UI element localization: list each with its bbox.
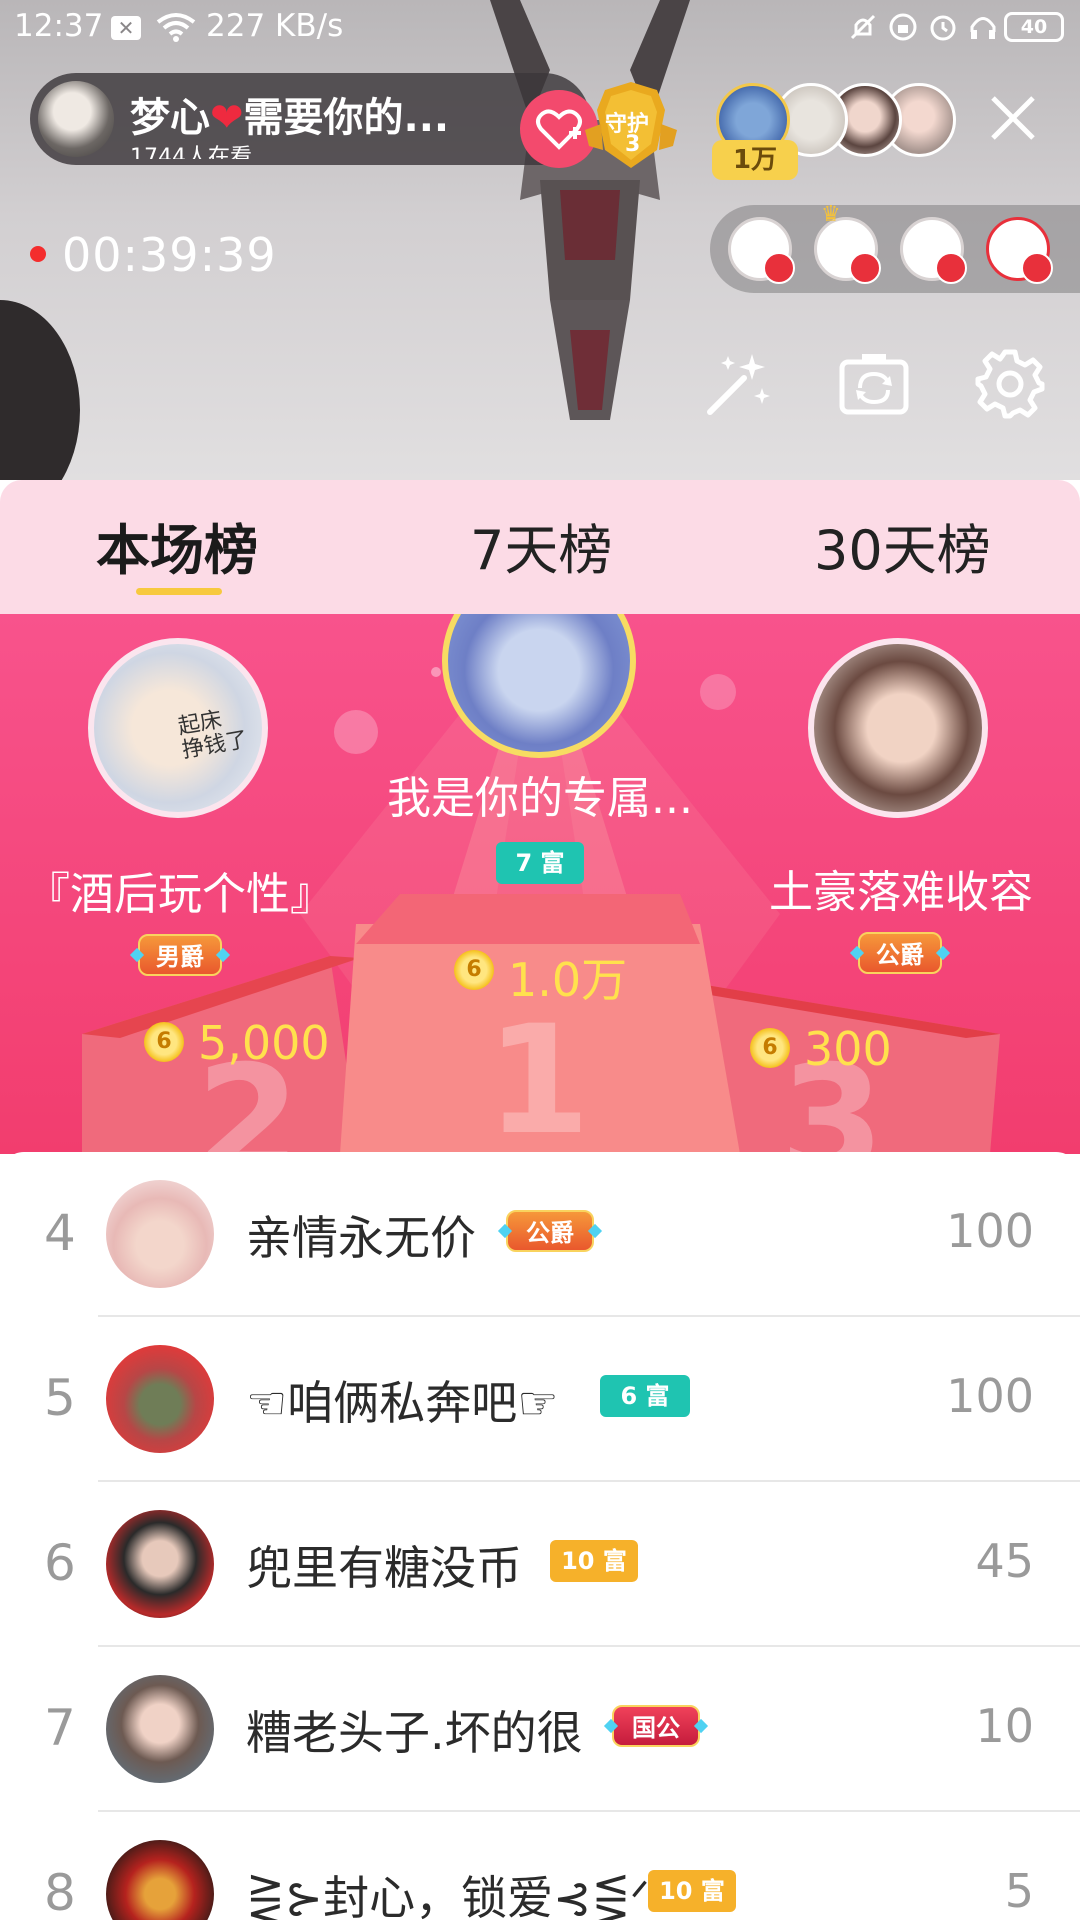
host-name: 梦心❤需要你的... [130,95,450,141]
wealth-badge: 6 富 [600,1375,690,1417]
avatar[interactable] [106,1840,214,1920]
contribution-value: 100 [946,1369,1034,1423]
status-bar: 12:37 ✕ 227 KB/s 40 [0,0,1080,54]
podium-top3: 2 1 3 我是你的专属... 7 富 6 1.0万 起床 挣钱了 『酒后玩个性』… [0,614,1080,1154]
seat-icon [763,252,795,284]
guest-seats: ♛ [710,202,1080,293]
viewer-contribution-count[interactable]: 1万 [712,140,798,180]
user-name: ⋛⊱封心，锁爱⊰⋚ᐟ [246,1871,650,1920]
noble-badge: 公爵 [506,1210,594,1252]
rank-number: 8 [44,1864,76,1920]
avatar[interactable] [106,1345,214,1453]
contribution-value: 5 [1004,1864,1034,1918]
ranking-tabs: 本场榜 7天榜 30天榜 [0,480,1080,614]
notification-x-icon: ✕ [111,16,141,40]
status-icons [848,12,998,42]
alarm-icon [930,15,956,41]
crown-icon: ♛ [821,202,841,227]
user-name: 兜里有糖没币 [246,1541,522,1595]
rank-number: 7 [44,1699,76,1757]
battery-indicator: 40 [1004,12,1064,42]
guest-seat[interactable] [728,217,795,284]
user-name: 亲情永无价 [246,1211,476,1265]
host-avatar[interactable] [38,81,114,157]
wifi-icon [156,13,196,42]
first-place-value: 1.0万 [508,953,628,1007]
live-timer: 00:39:39 [62,228,277,282]
seat-icon [935,252,967,284]
guard-count: 3 [625,132,641,157]
tab-this-session[interactable]: 本场榜 [96,506,258,585]
avatar-caption: 起床 挣钱了 [176,707,250,764]
video-foreground-shadow [0,300,80,480]
lock-icon [889,13,917,41]
rank-number: 4 [44,1204,76,1262]
noble-badge: 公爵 [858,932,942,974]
list-item[interactable]: 5 ☜咱俩私奔吧☞ 6 富 100 [0,1317,1080,1482]
network-speed: 227 KB/s [206,8,344,44]
list-item[interactable]: 6 兜里有糖没币 10 富 45 [0,1482,1080,1647]
second-place-name: 『酒后玩个性』 [26,869,334,920]
coin-icon: 6 [454,950,494,990]
wealth-badge: 10 富 [550,1540,638,1582]
avatar[interactable] [106,1675,214,1783]
contribution-value: 100 [946,1204,1034,1258]
podium-rank-1: 1 [486,994,591,1154]
wealth-badge: 7 富 [496,842,584,884]
list-item[interactable]: 4 亲情永无价 公爵 100 [0,1152,1080,1317]
coin-icon: 6 [750,1028,790,1068]
third-place-value: 300 [804,1022,892,1076]
settings-gear-icon[interactable] [972,346,1048,422]
second-place-value: 5,000 [198,1016,330,1070]
video-background-deer [490,0,690,420]
list-item[interactable]: 7 糟老头子.坏的很 国公 10 [0,1647,1080,1812]
host-viewer-count: 1744人在看 [130,145,252,159]
recording-dot [30,246,46,262]
second-place-avatar[interactable]: 起床 挣钱了 [88,638,268,818]
third-place-avatar[interactable] [808,638,988,818]
coin-icon: 6 [144,1022,184,1062]
seat-icon [1021,252,1053,284]
contribution-value: 45 [975,1534,1034,1588]
guest-seat[interactable] [986,217,1053,284]
user-name: ☜咱俩私奔吧☞ [246,1376,559,1430]
user-name: 糟老头子.坏的很 [246,1706,583,1760]
avatar[interactable] [106,1510,214,1618]
guard-badge[interactable]: 守护 3 [585,80,677,172]
avatar[interactable] [106,1180,214,1288]
flip-camera-icon[interactable] [836,346,912,422]
rank-number: 6 [44,1534,76,1592]
tab-30-days[interactable]: 30天榜 [814,506,991,585]
wealth-badge: 10 富 [648,1870,736,1912]
first-place-name: 我是你的专属... [387,773,693,824]
guest-seat[interactable] [900,217,967,284]
heart-icon: ❤ [210,95,244,141]
host-info-pill[interactable]: 梦心❤需要你的... 1744人在看 [30,73,590,165]
heart-plus-icon [536,109,582,150]
seat-icon [849,252,881,284]
tab-7-days[interactable]: 7天榜 [470,506,612,585]
contribution-value: 10 [975,1699,1034,1753]
live-video-area[interactable]: 12:37 ✕ 227 KB/s 40 梦心❤需要你的... 1744人在看 守… [0,0,1080,480]
status-time: 12:37 [14,8,104,44]
ranking-list[interactable]: 4 亲情永无价 公爵 100 5 ☜咱俩私奔吧☞ 6 富 100 6 兜里有糖没… [0,1152,1080,1920]
noble-badge: 男爵 [138,934,222,976]
rank-number: 5 [44,1369,76,1427]
noble-badge: 国公 [612,1705,700,1747]
guest-seat[interactable]: ♛ [814,202,881,284]
list-item[interactable]: 8 ⋛⊱封心，锁爱⊰⋚ᐟ 10 富 5 [0,1812,1080,1920]
active-tab-indicator [136,588,222,595]
beauty-magic-icon[interactable] [700,346,776,422]
third-place-name: 土豪落难收容 [769,867,1033,918]
close-icon[interactable] [985,90,1041,146]
mute-icon [850,14,876,40]
headphone-icon [970,17,996,39]
